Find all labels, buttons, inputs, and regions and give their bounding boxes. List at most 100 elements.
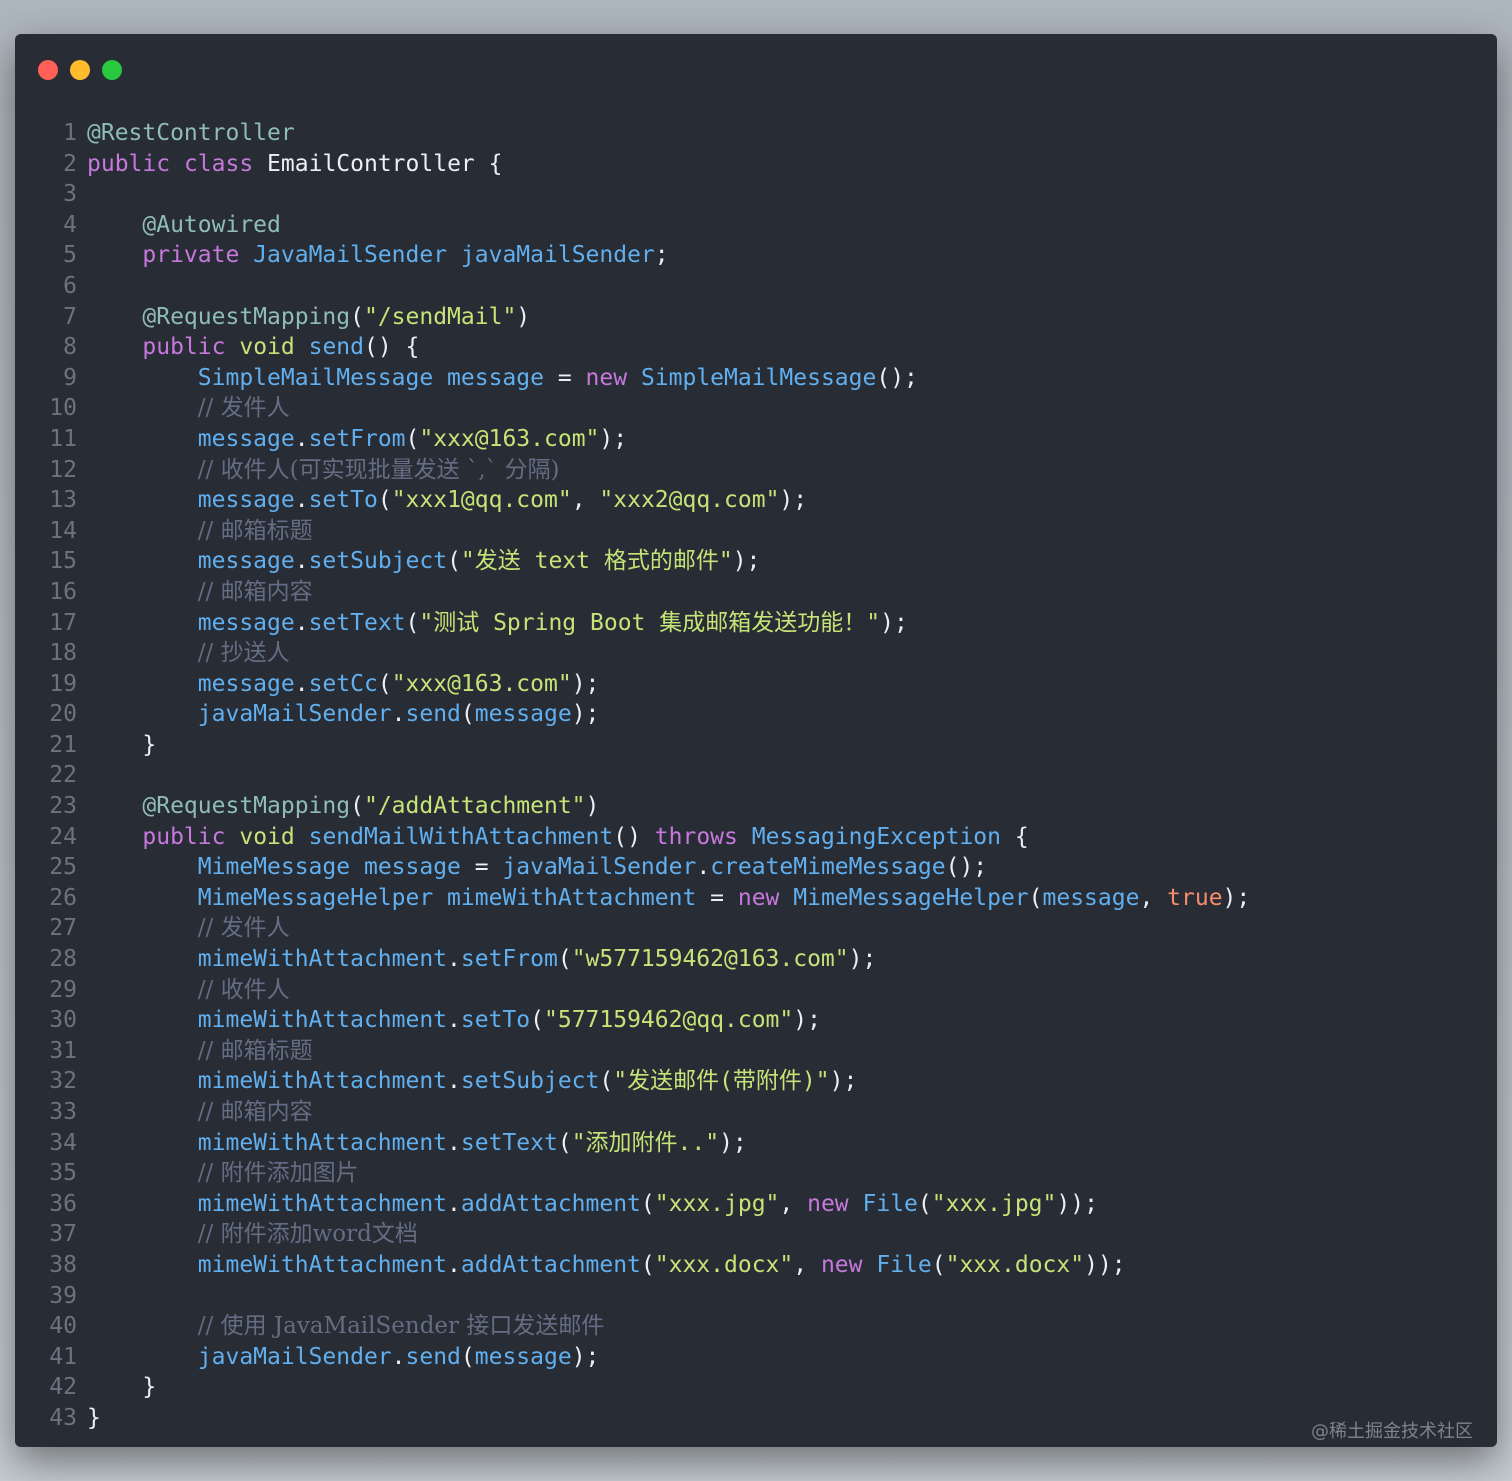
code-token: @RequestMapping [142,303,351,330]
code-token: setText [308,609,406,636]
code-token: File [876,1251,932,1278]
code-token: "xxx2@qq.com" [599,487,780,514]
code-line: 25 MimeMessage message = javaMailSender.… [45,852,1467,883]
code-token: // 发件人 [197,395,290,422]
line-content: message.setCc("xxx@163.com"); [87,669,1467,700]
code-token: message [197,670,295,697]
line-content: SimpleMailMessage message = new SimpleMa… [87,363,1467,394]
code-line: 6 [45,271,1467,302]
code-line: 1 @RestController [45,118,1467,149]
code-line: 31 // 邮箱标题 [45,1036,1467,1067]
code-token: SimpleMailMessage [197,364,434,391]
code-token: send [405,701,461,728]
line-number: 6 [63,272,77,299]
line-content: mimeWithAttachment.setText("添加附件.."); [87,1128,1467,1159]
code-token: { [1000,823,1029,850]
code-token: "测试 Spring Boot 集成邮箱发送功能！" [419,609,881,636]
line-content: @RequestMapping("/addAttachment") [87,791,1467,822]
code-token: ( [599,1068,614,1095]
code-line: 36 mimeWithAttachment.addAttachment("xxx… [45,1189,1467,1220]
line-number: 37 [49,1221,77,1248]
line-number: 7 [63,303,77,330]
code-token: ( [530,1007,544,1034]
close-button[interactable] [38,60,58,80]
maximize-button[interactable] [102,60,122,80]
code-token: . [447,1251,461,1278]
line-content: public class EmailController { [87,149,1467,180]
code-token: mimeWithAttachment [197,1068,448,1095]
code-token: ( [917,1190,932,1217]
code-token: "/addAttachment" [363,793,586,820]
code-token: "xxx.jpg" [654,1190,780,1217]
line-number: 11 [49,425,77,452]
line-content: @RequestMapping("/sendMail") [87,302,1467,333]
code-token: "发送 text 格式的邮件" [460,548,733,575]
line-content: mimeWithAttachment.setFrom("w577159462@1… [87,944,1467,975]
code-line: 23 @RequestMapping("/addAttachment") [45,791,1467,822]
line-content: public void sendMailWithAttachment() thr… [87,822,1467,853]
code-token: setFrom [460,946,558,973]
line-content: javaMailSender.send(message); [87,1342,1467,1373]
code-token: MimeMessage [197,854,351,881]
code-token: setTo [308,487,378,514]
code-token: javaMailSender [197,701,392,728]
code-token: ); [880,609,908,636]
code-token: ( [405,609,420,636]
code-token: addAttachment [460,1251,641,1278]
code-token: . [447,1007,461,1034]
line-number: 12 [49,456,77,483]
code-line: 20 javaMailSender.send(message); [45,699,1467,730]
line-content: } [87,730,1467,761]
code-line: 26 MimeMessageHelper mimeWithAttachment … [45,883,1467,914]
code-token: message [197,548,295,575]
code-line: 35 // 附件添加图片 [45,1158,1467,1189]
line-number: 16 [49,578,77,605]
line-content: mimeWithAttachment.addAttachment("xxx.jp… [87,1189,1467,1220]
line-content: } [87,1372,1467,1403]
code-line: 40 // 使用 JavaMailSender 接口发送邮件 [45,1311,1467,1342]
code-token: () [613,823,655,850]
code-token: send [405,1343,461,1370]
code-token: // 收件人 [197,976,290,1003]
code-line: 27 // 发件人 [45,913,1467,944]
code-token: ( [931,1251,946,1278]
line-number: 41 [49,1343,77,1370]
code-token: ) [585,793,600,820]
code-token: ; [654,242,669,269]
code-token: public [142,334,226,361]
code-block[interactable]: 1 @RestController 2 public class EmailContr… [45,118,1467,1434]
code-token: . [447,1190,461,1217]
code-token: ( [447,548,461,575]
line-content: public void send() { [87,332,1467,363]
code-token: MimeMessageHelper [793,884,1029,911]
line-number: 2 [63,150,77,177]
code-token: // 抄送人 [197,640,290,667]
code-token: . [447,1068,461,1095]
code-token: setTo [460,1007,531,1034]
line-number: 35 [49,1160,77,1187]
code-token: new [585,364,628,391]
minimize-button[interactable] [70,60,90,80]
line-number: 14 [49,517,77,544]
code-token: "xxx.docx" [654,1251,794,1278]
line-number: 23 [49,793,77,820]
line-number: 42 [49,1374,77,1401]
line-content: @Autowired [87,210,1467,241]
line-content [87,271,1467,302]
code-token: ) [516,303,531,330]
code-token: "xxx.jpg" [931,1190,1057,1217]
line-number: 8 [63,334,77,361]
line-number: 4 [63,211,77,238]
code-line: 28 mimeWithAttachment.setFrom("w57715946… [45,944,1467,975]
